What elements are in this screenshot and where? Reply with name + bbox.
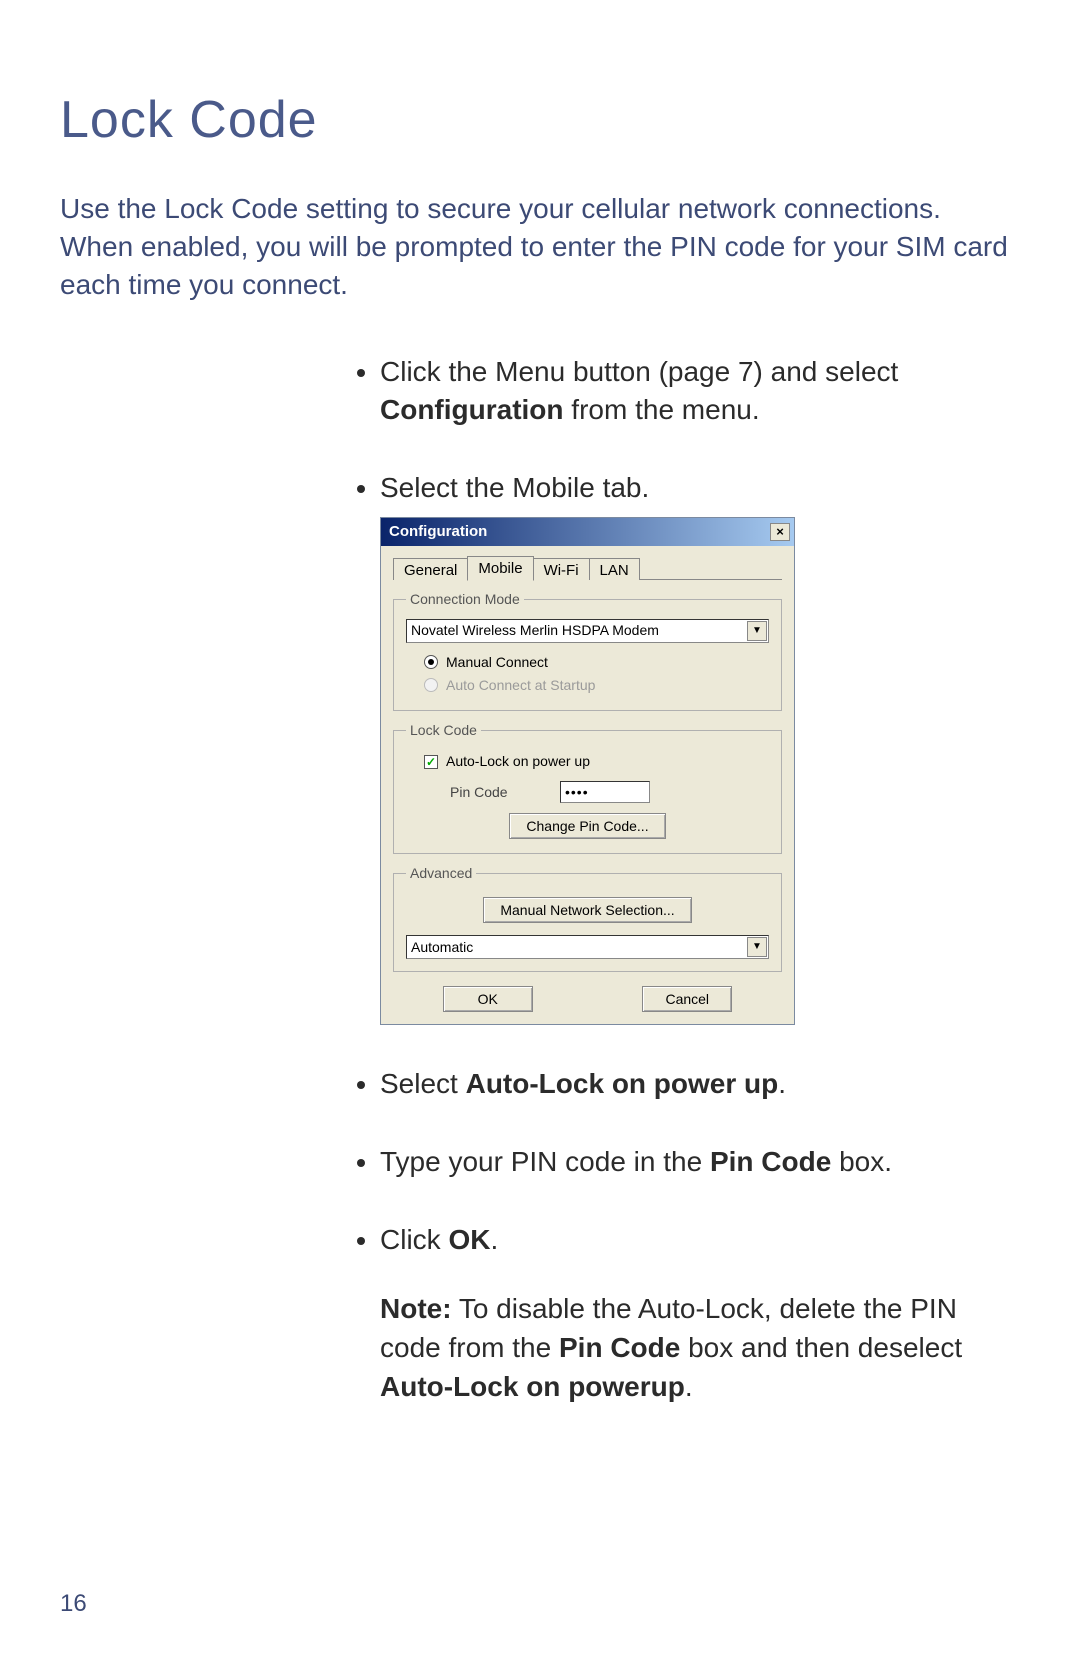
change-pin-button[interactable]: Change Pin Code... xyxy=(509,813,665,839)
tab-mobile[interactable]: Mobile xyxy=(467,556,533,581)
step-4-text-c: box. xyxy=(831,1146,892,1177)
step-1-text-c: from the menu. xyxy=(564,394,760,425)
legend-connection: Connection Mode xyxy=(406,590,524,609)
radio-icon xyxy=(424,655,438,669)
radio-manual-connect[interactable]: Manual Connect xyxy=(424,653,769,672)
dialog-title: Configuration xyxy=(389,522,770,542)
note-t4: Auto-Lock on powerup xyxy=(380,1371,685,1402)
modem-select-value: Novatel Wireless Merlin HSDPA Modem xyxy=(411,621,659,640)
step-5-text-c: . xyxy=(490,1224,498,1255)
step-5-bold: OK xyxy=(448,1224,490,1255)
radio-auto-connect: Auto Connect at Startup xyxy=(424,676,769,695)
close-icon[interactable]: × xyxy=(770,523,790,541)
group-connection-mode: Connection Mode Novatel Wireless Merlin … xyxy=(393,590,782,712)
chevron-down-icon: ▼ xyxy=(747,621,767,641)
checkbox-autolock-label: Auto-Lock on power up xyxy=(446,752,590,771)
cancel-button[interactable]: Cancel xyxy=(642,986,732,1012)
step-3-text-c: . xyxy=(778,1068,786,1099)
step-1-text-a: Click the Menu button (page 7) and selec… xyxy=(380,356,898,387)
step-1-bold: Configuration xyxy=(380,394,564,425)
step-2: Select the Mobile tab. Configuration × G… xyxy=(380,469,1020,1025)
step-3-bold: Auto-Lock on power up xyxy=(466,1068,779,1099)
page-number: 16 xyxy=(60,1590,87,1618)
note-lead: Note: xyxy=(380,1293,452,1324)
legend-lock: Lock Code xyxy=(406,721,481,740)
radio-auto-label: Auto Connect at Startup xyxy=(446,676,595,695)
radio-icon xyxy=(424,678,438,692)
tab-wifi[interactable]: Wi-Fi xyxy=(533,558,590,580)
tab-strip: General Mobile Wi-Fi LAN xyxy=(393,556,782,580)
group-lock-code: Lock Code ✓ Auto-Lock on power up Pin Co… xyxy=(393,721,782,854)
ok-button[interactable]: OK xyxy=(443,986,533,1012)
step-4-text-a: Type your PIN code in the xyxy=(380,1146,710,1177)
manual-network-button[interactable]: Manual Network Selection... xyxy=(483,897,691,923)
step-5: Click OK. xyxy=(380,1221,1020,1259)
pin-input[interactable]: •••• xyxy=(560,781,650,803)
note-t3: box and then deselect xyxy=(680,1332,962,1363)
group-advanced: Advanced Manual Network Selection... Aut… xyxy=(393,864,782,972)
note-t5: . xyxy=(685,1371,693,1402)
network-mode-select[interactable]: Automatic ▼ xyxy=(406,935,769,959)
chevron-down-icon: ▼ xyxy=(747,937,767,957)
tab-lan[interactable]: LAN xyxy=(589,558,640,580)
legend-advanced: Advanced xyxy=(406,864,476,883)
page-title: Lock Code xyxy=(60,90,1020,150)
step-4-bold: Pin Code xyxy=(710,1146,831,1177)
step-2-text: Select the Mobile tab. xyxy=(380,472,649,503)
step-5-text-a: Click xyxy=(380,1224,448,1255)
note-t2: Pin Code xyxy=(559,1332,680,1363)
checkbox-autolock[interactable]: ✓ Auto-Lock on power up xyxy=(424,752,769,771)
network-mode-value: Automatic xyxy=(411,938,473,957)
dialog-screenshot: Configuration × General Mobile Wi-Fi LAN… xyxy=(380,517,1020,1025)
step-4: Type your PIN code in the Pin Code box. xyxy=(380,1143,1020,1181)
intro-text: Use the Lock Code setting to secure your… xyxy=(60,190,1020,303)
dialog-titlebar: Configuration × xyxy=(381,518,794,546)
tab-general[interactable]: General xyxy=(393,558,468,580)
config-dialog: Configuration × General Mobile Wi-Fi LAN… xyxy=(380,517,795,1025)
step-1: Click the Menu button (page 7) and selec… xyxy=(380,353,1020,429)
note-text: Note: To disable the Auto-Lock, delete t… xyxy=(380,1289,1020,1407)
modem-select[interactable]: Novatel Wireless Merlin HSDPA Modem ▼ xyxy=(406,619,769,643)
step-3: Select Auto-Lock on power up. xyxy=(380,1065,1020,1103)
pin-label: Pin Code xyxy=(450,783,560,802)
step-3-text-a: Select xyxy=(380,1068,466,1099)
radio-manual-label: Manual Connect xyxy=(446,653,548,672)
check-icon: ✓ xyxy=(424,755,438,769)
